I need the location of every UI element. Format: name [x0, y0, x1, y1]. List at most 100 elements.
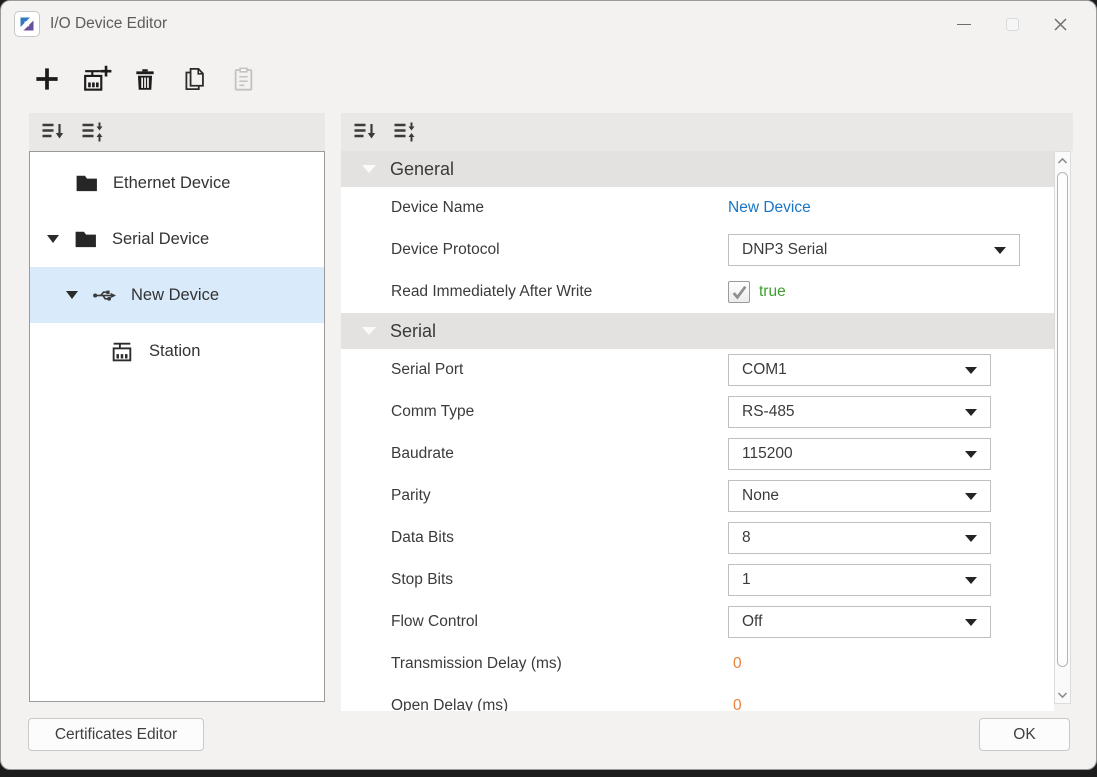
tree-item-label: Ethernet Device — [113, 174, 230, 193]
property-label: Open Delay (ms) — [341, 697, 728, 711]
tree-item-ethernet-device[interactable]: Ethernet Device — [30, 155, 324, 211]
properties-panel-header — [341, 113, 1073, 151]
property-label: Read Immediately After Write — [341, 283, 728, 301]
device-name-value[interactable]: New Device — [728, 199, 811, 217]
window-title: I/O Device Editor — [50, 15, 167, 33]
scrollbar-thumb[interactable] — [1057, 172, 1068, 667]
delete-button[interactable] — [129, 62, 161, 96]
close-button[interactable] — [1036, 6, 1084, 42]
dropdown-value: 8 — [742, 529, 751, 547]
minimize-icon — [957, 24, 971, 25]
device-tree: Ethernet Device Serial Device — [29, 151, 325, 702]
stop-bits-dropdown[interactable]: 1 — [728, 564, 991, 596]
property-row-serial-port: Serial Port COM1 — [341, 349, 1054, 391]
property-label: Parity — [341, 487, 728, 505]
property-label: Comm Type — [341, 403, 728, 421]
chevron-down-icon — [965, 619, 977, 626]
property-row-baudrate: Baudrate 115200 — [341, 433, 1054, 475]
property-row-comm-type: Comm Type RS-485 — [341, 391, 1054, 433]
chevron-down-icon — [1057, 691, 1068, 699]
folder-icon — [73, 227, 98, 252]
close-icon — [1053, 17, 1068, 32]
property-row-device-protocol: Device Protocol DNP3 Serial — [341, 229, 1054, 271]
device-tree-panel: Ethernet Device Serial Device — [29, 113, 325, 702]
tree-item-serial-device[interactable]: Serial Device — [30, 211, 324, 267]
dropdown-value: None — [742, 487, 779, 505]
section-collapse-icon — [362, 327, 376, 335]
io-device-editor-window: I/O Device Editor — [0, 0, 1097, 770]
copy-icon — [181, 65, 208, 93]
property-grid: General Device Name New Device Device Pr… — [341, 151, 1054, 711]
ok-button[interactable]: OK — [979, 718, 1070, 751]
tree-item-label: Serial Device — [112, 230, 209, 249]
expand-caret-icon[interactable] — [47, 232, 61, 246]
sort-descending-button[interactable] — [38, 119, 66, 145]
toolbar — [31, 53, 259, 105]
sort-toggle-button[interactable] — [78, 119, 106, 145]
chevron-down-icon — [965, 493, 977, 500]
add-station-button[interactable] — [80, 62, 112, 96]
tree-item-label: New Device — [131, 286, 219, 305]
data-bits-dropdown[interactable]: 8 — [728, 522, 991, 554]
comm-type-dropdown[interactable]: RS-485 — [728, 396, 991, 428]
chevron-down-icon — [965, 577, 977, 584]
section-header-general[interactable]: General — [341, 151, 1054, 187]
sort-toggle-icon — [80, 121, 105, 143]
vertical-scrollbar[interactable] — [1054, 151, 1071, 704]
property-row-read-immediately: Read Immediately After Write true — [341, 271, 1054, 313]
chevron-down-icon — [965, 367, 977, 374]
sort-descending-button[interactable] — [350, 119, 378, 145]
chevron-up-icon — [1057, 157, 1068, 165]
section-header-serial[interactable]: Serial — [341, 313, 1054, 349]
property-label: Device Protocol — [341, 241, 728, 259]
title-bar: I/O Device Editor — [1, 1, 1096, 47]
open-delay-value[interactable]: 0 — [728, 697, 742, 711]
property-label: Data Bits — [341, 529, 728, 547]
property-label: Stop Bits — [341, 571, 728, 589]
sort-toggle-icon — [392, 121, 417, 143]
tree-panel-header — [29, 113, 325, 151]
scroll-up-button[interactable] — [1055, 152, 1070, 169]
property-label: Flow Control — [341, 613, 728, 631]
tree-item-label: Station — [149, 342, 200, 361]
checkmark-icon — [731, 284, 748, 301]
property-row-stop-bits: Stop Bits 1 — [341, 559, 1054, 601]
chevron-down-icon — [994, 247, 1006, 254]
plus-icon — [32, 64, 62, 94]
station-icon — [110, 339, 135, 364]
expand-caret-icon[interactable] — [66, 288, 80, 302]
device-protocol-dropdown[interactable]: DNP3 Serial — [728, 234, 1020, 266]
tree-item-new-device[interactable]: New Device — [30, 267, 324, 323]
read-immediately-checkbox[interactable] — [728, 281, 750, 303]
property-label: Baudrate — [341, 445, 728, 463]
dropdown-value: Off — [742, 613, 762, 631]
property-row-parity: Parity None — [341, 475, 1054, 517]
chevron-down-icon — [965, 451, 977, 458]
folder-icon — [74, 171, 99, 196]
boolean-value: true — [759, 283, 786, 301]
usb-icon — [92, 283, 117, 308]
copy-button[interactable] — [178, 62, 210, 96]
window-controls — [940, 1, 1084, 47]
sort-descending-icon — [40, 121, 65, 143]
paste-icon — [230, 65, 257, 93]
scroll-down-button[interactable] — [1055, 686, 1070, 703]
dropdown-value: 115200 — [742, 445, 793, 463]
serial-port-dropdown[interactable]: COM1 — [728, 354, 991, 386]
chevron-down-icon — [965, 535, 977, 542]
minimize-button[interactable] — [940, 6, 988, 42]
property-label: Serial Port — [341, 361, 728, 379]
station-plus-icon — [81, 64, 112, 95]
properties-panel: General Device Name New Device Device Pr… — [341, 113, 1073, 711]
certificates-editor-button[interactable]: Certificates Editor — [28, 718, 204, 751]
maximize-button — [988, 6, 1036, 42]
add-device-button[interactable] — [31, 62, 63, 96]
property-row-transmission-delay: Transmission Delay (ms) 0 — [341, 643, 1054, 685]
transmission-delay-value[interactable]: 0 — [728, 655, 742, 673]
flow-control-dropdown[interactable]: Off — [728, 606, 991, 638]
baudrate-dropdown[interactable]: 115200 — [728, 438, 991, 470]
trash-icon — [132, 66, 158, 93]
parity-dropdown[interactable]: None — [728, 480, 991, 512]
sort-toggle-button[interactable] — [390, 119, 418, 145]
tree-item-station[interactable]: Station — [30, 323, 324, 379]
